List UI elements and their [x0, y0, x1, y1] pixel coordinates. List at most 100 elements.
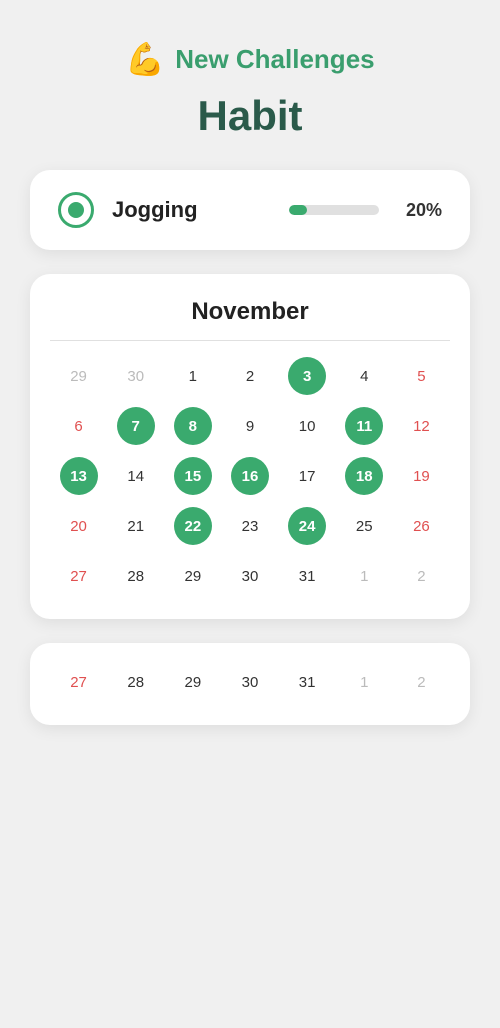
calendar-day[interactable]: 30 [127, 353, 144, 399]
page-title: Habit [198, 92, 303, 140]
calendar-day[interactable]: 29 [185, 659, 202, 705]
calendar-cell-wrap: 22 [164, 503, 221, 549]
calendar-cell-wrap: 20 [50, 503, 107, 549]
calendar-divider [50, 340, 450, 341]
calendar-day[interactable]: 7 [117, 407, 155, 445]
calendar-day[interactable]: 1 [360, 553, 368, 599]
progress-bar-fill [289, 205, 307, 215]
progress-label: 20% [397, 200, 442, 221]
calendar-day[interactable]: 6 [74, 403, 82, 449]
calendar-day[interactable]: 23 [242, 503, 259, 549]
calendar-month: November [50, 298, 450, 326]
calendar-day[interactable]: 24 [288, 507, 326, 545]
calendar-day[interactable]: 27 [70, 659, 87, 705]
calendar-cell-wrap: 4 [336, 353, 393, 399]
calendar-day[interactable]: 14 [127, 453, 144, 499]
calendar-day[interactable]: 26 [413, 503, 430, 549]
header-title: New Challenges [175, 44, 374, 75]
calendar-cell-wrap: 2 [221, 353, 278, 399]
calendar-day[interactable]: 18 [345, 457, 383, 495]
calendar-day[interactable]: 15 [174, 457, 212, 495]
habit-icon-inner [68, 202, 84, 218]
calendar-cell-wrap: 14 [107, 453, 164, 499]
calendar-day[interactable]: 2 [417, 659, 425, 705]
calendar-cell-wrap: 27 [50, 553, 107, 599]
calendar-day[interactable]: 1 [360, 659, 368, 705]
habit-card: Jogging 20% [30, 170, 470, 250]
calendar-day[interactable]: 28 [127, 659, 144, 705]
muscle-icon: 💪 [125, 40, 165, 78]
calendar-day[interactable]: 30 [242, 659, 259, 705]
calendar-grid-bottom: 27 28 29 30 31 1 2 [50, 659, 450, 705]
calendar-cell-wrap: 25 [336, 503, 393, 549]
calendar-cell-wrap: 23 [221, 503, 278, 549]
calendar-cell-wrap: 30 [107, 353, 164, 399]
calendar-cell-wrap: 30 [221, 659, 278, 705]
calendar-day[interactable]: 2 [417, 553, 425, 599]
calendar-cell-wrap: 13 [50, 453, 107, 499]
calendar-day[interactable]: 30 [242, 553, 259, 599]
calendar-day[interactable]: 12 [413, 403, 430, 449]
calendar-cell-wrap: 9 [221, 403, 278, 449]
calendar-cell-wrap: 1 [336, 659, 393, 705]
calendar-cell-wrap: 29 [164, 553, 221, 599]
calendar-card: November 2930123456789101112131415161718… [30, 274, 470, 619]
calendar-day[interactable]: 3 [288, 357, 326, 395]
calendar-day[interactable]: 9 [246, 403, 254, 449]
calendar-day[interactable]: 8 [174, 407, 212, 445]
calendar-cell-wrap: 11 [336, 403, 393, 449]
calendar-day[interactable]: 31 [299, 553, 316, 599]
calendar-cell-wrap: 12 [393, 403, 450, 449]
calendar-day[interactable]: 5 [417, 353, 425, 399]
calendar-cell-wrap: 28 [107, 659, 164, 705]
habit-status-icon [58, 192, 94, 228]
calendar-cell-wrap: 31 [279, 553, 336, 599]
calendar-card-bottom: 27 28 29 30 31 1 2 [30, 643, 470, 725]
calendar-day[interactable]: 29 [70, 353, 87, 399]
calendar-day[interactable]: 27 [70, 553, 87, 599]
calendar-cell-wrap: 5 [393, 353, 450, 399]
calendar-cell-wrap: 2 [393, 659, 450, 705]
calendar-day[interactable]: 16 [231, 457, 269, 495]
calendar-day[interactable]: 2 [246, 353, 254, 399]
calendar-cell-wrap: 10 [279, 403, 336, 449]
calendar-day[interactable]: 1 [189, 353, 197, 399]
calendar-day[interactable]: 13 [60, 457, 98, 495]
calendar-day[interactable]: 25 [356, 503, 373, 549]
calendar-cell-wrap: 1 [164, 353, 221, 399]
calendar-cell-wrap: 24 [279, 503, 336, 549]
calendar-cell-wrap: 6 [50, 403, 107, 449]
calendar-cell-wrap: 21 [107, 503, 164, 549]
calendar-cell-wrap: 7 [107, 403, 164, 449]
calendar-cell-wrap: 15 [164, 453, 221, 499]
calendar-cell-wrap: 28 [107, 553, 164, 599]
calendar-day[interactable]: 4 [360, 353, 368, 399]
header: 💪 New Challenges [125, 40, 374, 78]
calendar-cell-wrap: 31 [279, 659, 336, 705]
calendar-day[interactable]: 28 [127, 553, 144, 599]
calendar-cell-wrap: 19 [393, 453, 450, 499]
calendar-day[interactable]: 31 [299, 659, 316, 705]
calendar-day[interactable]: 22 [174, 507, 212, 545]
calendar-day[interactable]: 19 [413, 453, 430, 499]
calendar-cell-wrap: 1 [336, 553, 393, 599]
calendar-day[interactable]: 20 [70, 503, 87, 549]
calendar-cell-wrap: 8 [164, 403, 221, 449]
calendar-cell-wrap: 2 [393, 553, 450, 599]
calendar-grid: 2930123456789101112131415161718192021222… [50, 353, 450, 599]
calendar-cell-wrap: 18 [336, 453, 393, 499]
calendar-day[interactable]: 10 [299, 403, 316, 449]
calendar-cell-wrap: 30 [221, 553, 278, 599]
calendar-cell-wrap: 27 [50, 659, 107, 705]
calendar-cell-wrap: 17 [279, 453, 336, 499]
calendar-cell-wrap: 16 [221, 453, 278, 499]
calendar-cell-wrap: 29 [164, 659, 221, 705]
calendar-day[interactable]: 29 [185, 553, 202, 599]
calendar-cell-wrap: 3 [279, 353, 336, 399]
calendar-day[interactable]: 11 [345, 407, 383, 445]
calendar-cell-wrap: 26 [393, 503, 450, 549]
progress-bar [289, 205, 379, 215]
calendar-day[interactable]: 21 [127, 503, 144, 549]
calendar-cell-wrap: 29 [50, 353, 107, 399]
calendar-day[interactable]: 17 [299, 453, 316, 499]
